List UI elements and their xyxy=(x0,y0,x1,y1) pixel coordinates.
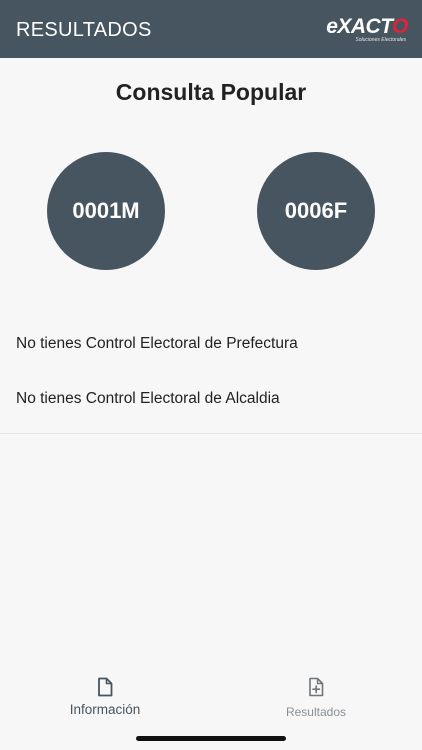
content-divider xyxy=(0,433,422,434)
tab-informacion-label: Información xyxy=(69,702,141,717)
app-bar: RESULTADOS eXACTO Soluciones Electorales xyxy=(0,0,422,58)
tab-resultados[interactable]: Resultados xyxy=(236,676,396,720)
logo-wordmark: eXACTO xyxy=(326,16,408,38)
tab-resultados-label: Resultados xyxy=(285,705,347,719)
code-circle-1[interactable]: 0001M xyxy=(47,152,165,270)
notice-alcaldia: No tienes Control Electoral de Alcaldia xyxy=(16,390,280,407)
notice-prefectura: No tienes Control Electoral de Prefectur… xyxy=(16,335,298,352)
exacto-logo: eXACTO Soluciones Electorales xyxy=(326,16,408,44)
code-circle-2-label: 0006F xyxy=(284,198,348,223)
logo-tagline: Soluciones Electorales xyxy=(355,37,406,43)
logo-wordmark-accent: O xyxy=(392,15,408,38)
tab-informacion[interactable]: Información xyxy=(25,676,185,718)
code-circle-1-label: 0001M xyxy=(72,198,140,223)
app-title: RESULTADOS xyxy=(16,19,152,41)
code-circle-2[interactable]: 0006F xyxy=(257,152,375,270)
document-plus-icon xyxy=(309,677,324,697)
logo-wordmark-main: eXACT xyxy=(326,15,393,38)
document-icon xyxy=(98,677,113,697)
home-indicator[interactable] xyxy=(136,736,286,741)
page-title: Consulta Popular xyxy=(115,79,307,105)
